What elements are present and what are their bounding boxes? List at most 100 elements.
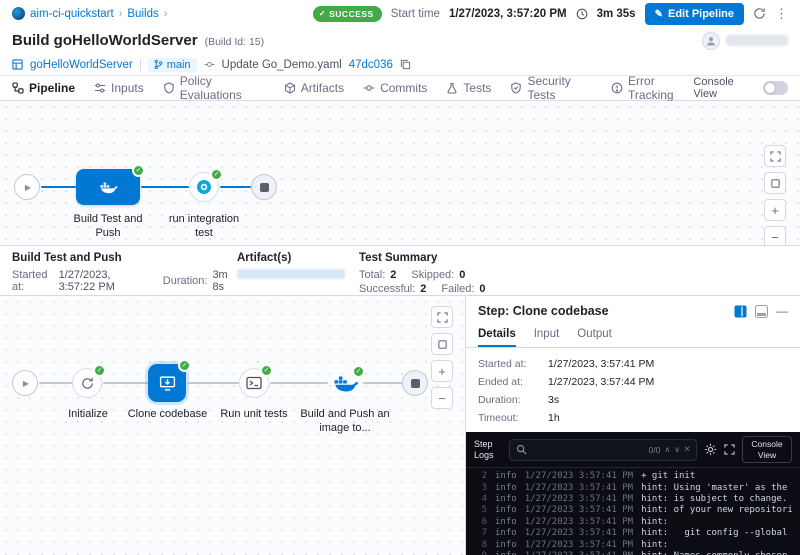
zoom-in-button[interactable] — [764, 199, 786, 221]
step-node-build-and-push[interactable] — [328, 368, 362, 398]
zoom-out-button[interactable] — [431, 387, 453, 409]
step-node-clone-codebase[interactable] — [148, 364, 186, 402]
metric-label: Skipped: — [411, 269, 454, 281]
commit-sha-link[interactable]: 47dc036 — [349, 59, 393, 71]
search-match-counter: 0/0 — [649, 445, 661, 455]
step-node-run-unit-tests[interactable] — [239, 368, 269, 398]
step-label[interactable]: Build and Push an image to... — [299, 408, 391, 436]
zoom-out-button[interactable] — [764, 226, 786, 246]
detail-value: 3s — [548, 394, 788, 406]
log-line: 3info1/27/2023 3:57:41 PMhint: Using 'ma… — [474, 483, 792, 494]
stage-node-run-integration-test[interactable] — [189, 172, 219, 202]
refresh-icon[interactable] — [753, 7, 766, 20]
chevron-right-icon — [119, 8, 123, 20]
bottom-view-icon[interactable] — [755, 305, 768, 318]
repo-name-link[interactable]: goHelloWorldServer — [30, 59, 133, 71]
user-avatar — [702, 32, 720, 50]
error-tracking-icon — [611, 82, 623, 94]
console-view-label: Console View — [693, 76, 757, 100]
stage-label[interactable]: Build Test and Push — [66, 213, 150, 241]
metric-value: 0 — [459, 269, 465, 281]
log-line: 7info1/27/2023 3:57:41 PMhint: git confi… — [474, 528, 792, 539]
title-bar: Build goHelloWorldServer (Build Id: 15) — [0, 27, 800, 54]
log-output[interactable]: 2info1/27/2023 3:57:41 PM+ git init 3inf… — [466, 468, 800, 555]
log-panel: Step Logs 0/0 Console — [466, 432, 800, 555]
log-search-box: 0/0 — [509, 439, 697, 461]
stage-summary-title: Build Test and Push — [12, 252, 237, 264]
tab-security-tests[interactable]: Security Tests — [510, 76, 592, 100]
edge — [363, 382, 402, 384]
tab-details[interactable]: Details — [478, 324, 516, 347]
started-at-label: Started at: — [12, 269, 54, 293]
log-search-input[interactable] — [531, 444, 645, 455]
tab-label: Policy Evaluations — [180, 74, 265, 102]
search-next-icon[interactable] — [674, 446, 680, 454]
tab-pipeline[interactable]: Pipeline — [12, 76, 75, 100]
docker-icon — [98, 180, 118, 195]
copy-icon[interactable] — [400, 59, 411, 70]
commits-icon — [363, 82, 375, 94]
tab-output[interactable]: Output — [577, 324, 612, 347]
commit-icon — [204, 59, 215, 70]
tab-policy-evaluations[interactable]: Policy Evaluations — [163, 76, 265, 100]
edit-pipeline-button[interactable]: Edit Pipeline — [645, 3, 744, 25]
reset-view-button[interactable] — [764, 172, 786, 194]
branch-chip[interactable]: main — [148, 58, 197, 72]
stage-label[interactable]: run integration test — [162, 213, 246, 241]
branch-icon — [154, 59, 163, 70]
pipeline-end-node — [251, 174, 277, 200]
search-prev-icon[interactable] — [664, 446, 670, 454]
zoom-in-button[interactable] — [431, 360, 453, 382]
step-label[interactable]: Initialize — [47, 408, 129, 422]
edge — [39, 382, 72, 384]
log-fullscreen-icon[interactable] — [724, 444, 735, 455]
search-icon — [516, 444, 527, 455]
success-check-icon — [210, 168, 223, 181]
edge — [270, 382, 328, 384]
breadcrumb-project-link[interactable]: aim-ci-quickstart — [30, 8, 114, 20]
tab-label: Inputs — [111, 81, 144, 95]
console-view-button[interactable]: Console View — [742, 436, 792, 463]
breadcrumb: aim-ci-quickstart Builds — [12, 7, 167, 20]
expand-graph-button[interactable] — [431, 306, 453, 328]
policy-shield-icon — [163, 82, 175, 94]
reset-view-button[interactable] — [431, 333, 453, 355]
pipeline-icon — [12, 82, 24, 94]
started-at-value: 1/27/2023, 3:57:22 PM — [59, 269, 150, 293]
step-node-initialize[interactable] — [72, 368, 102, 398]
step-panel-title: Step: Clone codebase — [478, 304, 609, 318]
detail-label: Duration: — [478, 394, 548, 406]
search-close-icon[interactable] — [684, 445, 690, 455]
collapse-panel-icon[interactable] — [776, 304, 788, 318]
tab-bar: Pipeline Inputs Policy Evaluations Artif… — [0, 76, 800, 101]
detail-label: Ended at: — [478, 376, 548, 388]
log-line: 8info1/27/2023 3:57:41 PMhint: — [474, 540, 792, 551]
success-check-icon — [178, 359, 191, 372]
pencil-icon — [655, 8, 663, 20]
step-details-list: Started at: 1/27/2023, 3:57:41 PM Ended … — [466, 348, 800, 432]
tab-commits[interactable]: Commits — [363, 76, 427, 100]
split-view-icon[interactable] — [734, 305, 747, 318]
stage-node-build-test-and-push[interactable] — [76, 169, 140, 205]
step-label[interactable]: Clone codebase — [120, 408, 215, 422]
more-options-icon[interactable] — [775, 6, 788, 22]
detail-value: 1/27/2023, 3:57:44 PM — [548, 376, 788, 388]
tab-inputs[interactable]: Inputs — [94, 76, 144, 100]
clock-icon — [576, 8, 588, 20]
success-check-icon — [93, 364, 106, 377]
tab-artifacts[interactable]: Artifacts — [284, 76, 344, 100]
tab-input[interactable]: Input — [534, 324, 560, 347]
breadcrumb-builds-link[interactable]: Builds — [127, 8, 158, 20]
step-label[interactable]: Run unit tests — [210, 408, 298, 422]
console-view-toggle[interactable] — [763, 81, 788, 95]
redacted-artifact-link[interactable] — [237, 269, 345, 279]
success-check-icon — [260, 364, 273, 377]
tab-tests[interactable]: Tests — [446, 76, 491, 100]
log-settings-gear-icon[interactable] — [704, 443, 717, 456]
detail-value: 1h — [548, 412, 788, 424]
tab-error-tracking[interactable]: Error Tracking — [611, 76, 693, 100]
build-id: (Build Id: 15) — [205, 36, 265, 48]
project-icon — [12, 7, 25, 20]
expand-graph-button[interactable] — [764, 145, 786, 167]
log-line: 5info1/27/2023 3:57:41 PMhint: of your n… — [474, 505, 792, 516]
